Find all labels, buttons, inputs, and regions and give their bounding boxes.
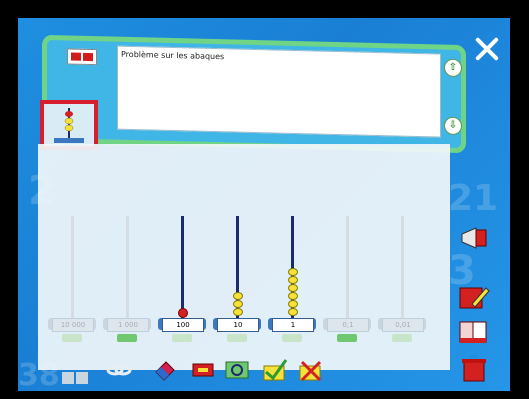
question-box: Problème sur les abaques ⇧ ⇩ [117,45,462,138]
eraser-icon[interactable] [152,358,178,382]
plus-icon[interactable] [62,372,74,384]
question-text: Problème sur les abaques [121,49,225,62]
abacus-bead[interactable] [288,284,298,292]
trash-icon[interactable] [458,354,490,382]
abacus-rod[interactable] [401,216,404,318]
abacus-bead[interactable] [178,308,188,318]
column-label: 0,1 [327,318,369,332]
abacus-bead[interactable] [233,300,243,308]
column-tag[interactable] [62,334,82,342]
abacus-rod[interactable] [346,216,349,318]
abacus-bead[interactable] [288,300,298,308]
abacus-bead[interactable] [288,308,298,316]
close-icon[interactable] [472,34,502,64]
abacus-rod[interactable] [71,216,74,318]
column-label: 100 [162,318,204,332]
column-tag[interactable] [172,334,192,342]
abacus-bead[interactable] [233,308,243,316]
pencil-icon[interactable] [458,284,490,312]
column-tag[interactable] [227,334,247,342]
cross-icon[interactable] [298,358,324,382]
check-icon[interactable] [262,358,288,382]
column-label: 0,01 [382,318,424,332]
game-stage: 21 3 38 2 Problème sur les abaques ⇧ ⇩ 1… [18,18,510,391]
stop-record-icon[interactable] [67,48,97,66]
abacus-thumbnail-icon[interactable] [40,100,98,150]
column-tag[interactable] [282,334,302,342]
column-label: 1 000 [107,318,149,332]
swap-icon[interactable] [224,358,250,382]
abacus-rod[interactable] [126,216,129,318]
minus-icon[interactable] [76,372,88,384]
column-label: 1 [272,318,314,332]
scroll-down-icon[interactable]: ⇩ [444,116,462,136]
column-tag[interactable] [392,334,412,342]
link-icon[interactable] [106,358,132,382]
column-label: 10 [217,318,259,332]
background-digit: 21 [448,178,499,219]
abacus-bead[interactable] [288,276,298,284]
question-panel: Problème sur les abaques ⇧ ⇩ [42,34,466,154]
book-icon[interactable] [458,318,490,346]
column-tag[interactable] [337,334,357,342]
megaphone-icon[interactable] [458,224,490,252]
abacus-bead[interactable] [233,292,243,300]
column-tag[interactable] [117,334,137,342]
column-label: 10 000 [52,318,94,332]
scroll-up-icon[interactable]: ⇧ [444,58,462,78]
abacus-workspace: 10 000 1 000 100 10 1 0,1 0,01 [38,144,450,370]
abacus-bead[interactable] [288,268,298,276]
abacus-bead[interactable] [288,292,298,300]
stop-sign-icon[interactable] [190,358,216,382]
abacus-rod[interactable] [181,216,184,318]
